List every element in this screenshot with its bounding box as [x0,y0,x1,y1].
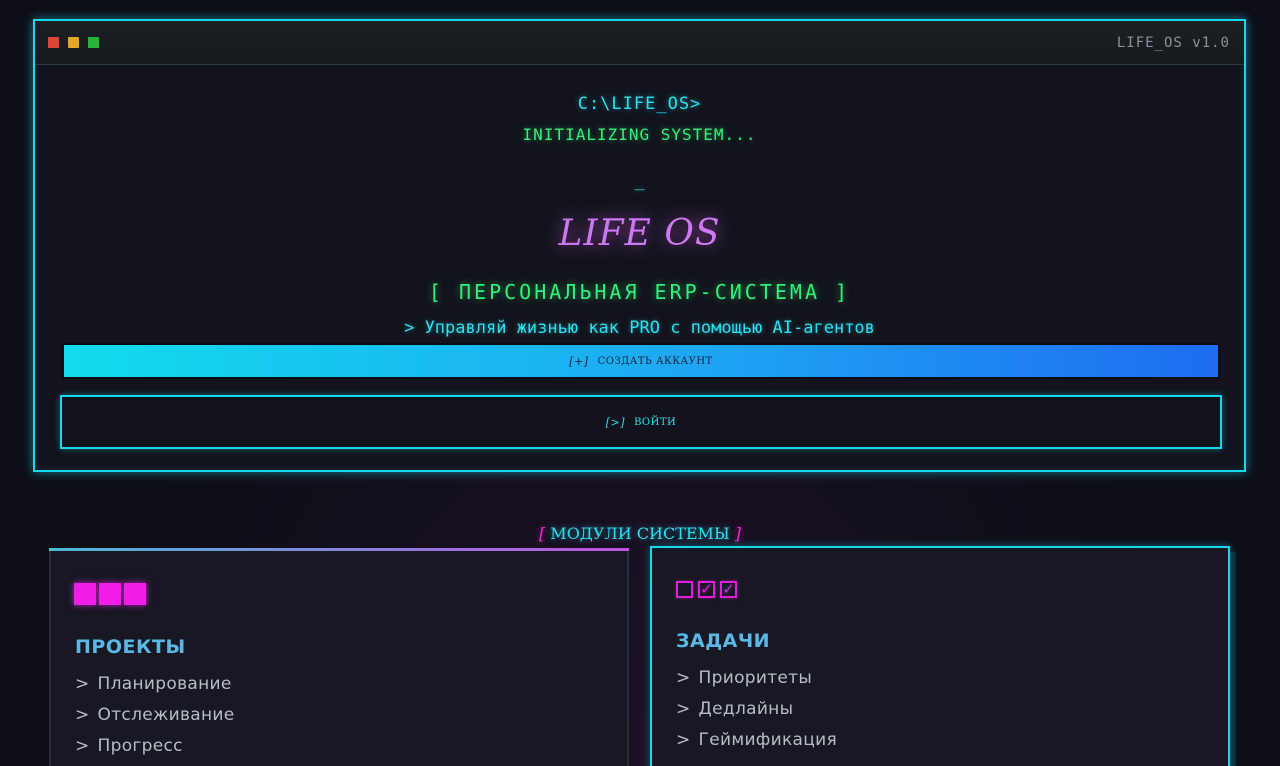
block-icon [99,583,121,605]
modules-heading-text: МОДУЛИ СИСТЕМЫ [545,524,735,543]
init-status: INITIALIZING SYSTEM... [522,125,757,144]
app-subtitle: [ ПЕРСОНАЛЬНАЯ ERP-СИСТЕМА ] [428,280,851,304]
arrow-prefix: > [75,674,90,694]
checked-checkbox-icon: ✓ [720,581,737,598]
list-item: > Отслеживание [75,705,235,725]
create-account-label: СОЗДАТЬ АККАУНТ [597,355,713,367]
empty-checkbox-icon [676,581,693,598]
module-title: ПРОЕКТЫ [75,636,186,658]
block-icon [74,583,96,605]
module-card-tasks[interactable]: ✓ ✓ ЗАДАЧИ > Приоритеты > Дедлайны > Геймиф… [650,546,1230,766]
maximize-window-button[interactable] [88,37,99,48]
block-icon [124,583,146,605]
list-item: > Прогресс [75,736,183,756]
module-card-projects[interactable]: ПРОЕКТЫ > Планирование > Отслеживание > Про… [49,548,629,766]
module-feature-list: > Приоритеты > Дедлайны > Геймификация [676,667,837,760]
blinking-cursor: _ [634,171,645,191]
list-item: > Приоритеты [676,668,813,688]
list-item: > Дедлайны [676,699,794,719]
three-blocks-icon [74,583,146,605]
command-prompt: C:\LIFE_OS> [577,94,702,114]
window-titlebar: LIFE_OS v1.0 [35,21,1244,65]
app-tagline: > Управляй жизнью как PRO с помощью AI-а… [404,318,875,338]
arrow-prefix: > [676,730,691,750]
terminal-window: LIFE_OS v1.0 C:\LIFE_OS> INITIALIZING SY… [33,19,1246,472]
arrow-prefix: > [75,736,90,756]
plus-bracket-icon: [+] [569,354,589,368]
list-item: > Планирование [75,674,232,694]
close-window-button[interactable] [48,37,59,48]
minimize-window-button[interactable] [68,37,79,48]
create-account-button[interactable]: [+] СОЗДАТЬ АККАУНТ [62,343,1220,379]
checked-checkbox-icon: ✓ [698,581,715,598]
arrow-prefix: > [75,705,90,725]
window-title: LIFE_OS v1.0 [1116,35,1230,51]
arrow-prefix: > [676,699,691,719]
login-label: ВОЙТИ [634,416,677,428]
list-item: > Геймификация [676,730,838,750]
module-feature-list: > Планирование > Отслеживание > Прогресс [75,673,235,766]
arrow-prefix: > [676,668,691,688]
app-logo: LIFE OS [35,213,1244,254]
login-button[interactable]: [>] ВОЙТИ [60,395,1222,449]
arrow-bracket-icon: [>] [605,415,626,429]
checkbox-icons: ✓ ✓ [676,581,737,598]
heading-bracket-close: ] [734,524,742,543]
modules-heading: [ МОДУЛИ СИСТЕМЫ ] [0,524,1280,543]
module-title: ЗАДАЧИ [676,630,771,652]
